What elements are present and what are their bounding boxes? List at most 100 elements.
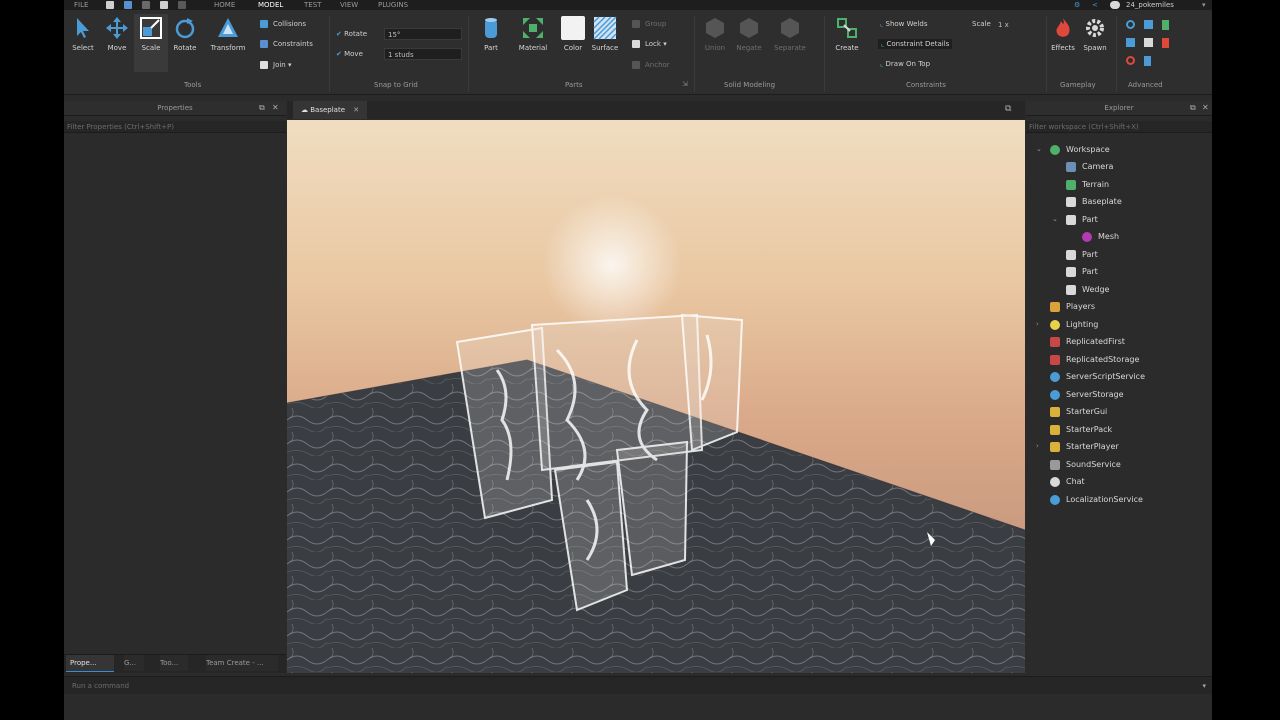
surface-button[interactable]: Surface: [588, 14, 622, 52]
close-icon[interactable]: ✕: [1202, 101, 1209, 115]
chevron-down-icon[interactable]: ▾: [1202, 0, 1206, 10]
rotate-snap-input[interactable]: 15°: [384, 28, 462, 40]
scale-input[interactable]: 1 x: [994, 18, 1038, 30]
ribbon-divider: [329, 16, 330, 92]
join-dropdown[interactable]: Join ▾: [260, 61, 291, 69]
tab-toolbox[interactable]: Too...: [160, 655, 188, 671]
caret-collapsed-icon[interactable]: ›: [1036, 438, 1039, 455]
tab-view[interactable]: VIEW: [340, 0, 358, 10]
constraint-details-toggle[interactable]: ⌞ Constraint Details: [878, 39, 953, 49]
negate-button[interactable]: Negate: [732, 14, 766, 52]
tab-game[interactable]: G...: [124, 655, 144, 671]
tree-item-wedge[interactable]: Wedge: [1066, 281, 1109, 298]
username[interactable]: 24_pokemiles: [1126, 0, 1174, 10]
tree-item-replicated-storage[interactable]: ReplicatedStorage: [1050, 351, 1139, 368]
advanced-group-label: Advanced: [1128, 81, 1163, 89]
share-icon[interactable]: <: [1092, 0, 1098, 10]
effects-button[interactable]: Effects: [1046, 14, 1080, 52]
tab-baseplate[interactable]: ☁ Baseplate ✕: [293, 101, 368, 119]
tab-plugins[interactable]: PLUGINS: [378, 0, 408, 10]
constraints-toggle[interactable]: Constraints: [260, 40, 313, 48]
tree-item-terrain[interactable]: Terrain: [1066, 176, 1109, 193]
group-button[interactable]: Group: [632, 20, 666, 28]
spawn-button[interactable]: Spawn: [1078, 14, 1112, 52]
new-file-icon[interactable]: [106, 1, 114, 9]
tree-item-part[interactable]: Part: [1066, 246, 1098, 263]
move-snap-checkbox[interactable]: ✔ Move: [336, 50, 363, 58]
lock-button[interactable]: Lock ▾: [632, 40, 667, 48]
tree-item-players[interactable]: Players: [1050, 298, 1095, 315]
command-input[interactable]: Run a command: [72, 682, 129, 690]
transform-button[interactable]: Transform: [208, 14, 248, 52]
collisions-toggle[interactable]: Collisions: [260, 20, 306, 28]
parts-expand-icon[interactable]: ⇲: [682, 80, 688, 88]
advanced-icons: [1124, 20, 1170, 72]
tree-item-starter-gui[interactable]: StarterGui: [1050, 403, 1107, 420]
advanced-local-icon[interactable]: [1144, 56, 1151, 66]
undock-icon[interactable]: ⧉: [259, 101, 265, 115]
tree-item-starter-player[interactable]: › StarterPlayer: [1036, 438, 1119, 455]
tree-item-server-storage[interactable]: ServerStorage: [1050, 386, 1124, 403]
solid-modeling-group-label: Solid Modeling: [724, 81, 776, 89]
tree-item-workspace[interactable]: ⌄ Workspace: [1036, 141, 1110, 158]
select-button[interactable]: Select: [66, 14, 100, 52]
copy-icon[interactable]: [178, 1, 186, 9]
tree-item-starter-pack[interactable]: StarterPack: [1050, 421, 1112, 438]
tree-item-localization-service[interactable]: LocalizationService: [1050, 491, 1143, 508]
create-constraint-button[interactable]: Create: [830, 14, 864, 52]
part-button[interactable]: Part: [474, 14, 508, 52]
tree-item-sound-service[interactable]: SoundService: [1050, 456, 1121, 473]
advanced-tool-icon[interactable]: [1144, 20, 1153, 29]
advanced-object-icon[interactable]: [1126, 20, 1135, 29]
separate-button[interactable]: Separate: [770, 14, 810, 52]
settings-icon[interactable]: ⚙: [1074, 0, 1080, 10]
tab-test[interactable]: TEST: [304, 0, 321, 10]
advanced-model-icon[interactable]: [1144, 38, 1153, 47]
caret-expanded-icon[interactable]: ⌄: [1052, 211, 1058, 228]
tree-item-chat[interactable]: Chat: [1050, 473, 1085, 490]
redo-icon[interactable]: [142, 1, 150, 9]
undo-icon[interactable]: [124, 1, 132, 9]
anchor-button[interactable]: Anchor: [632, 61, 670, 69]
properties-filter-input[interactable]: Filter Properties (Ctrl+Shift+P): [64, 121, 286, 133]
tree-item-part[interactable]: ⌄ Part: [1052, 211, 1098, 228]
advanced-layer-icon[interactable]: [1126, 38, 1135, 47]
scale-button[interactable]: Scale: [134, 14, 168, 72]
tree-item-part[interactable]: Part: [1066, 263, 1098, 280]
tree-item-server-script-service[interactable]: ServerScriptService: [1050, 368, 1145, 385]
draw-on-top-toggle[interactable]: ⌞ Draw On Top: [880, 60, 930, 68]
rotate-button[interactable]: Rotate: [168, 14, 202, 52]
close-tab-icon[interactable]: ✕: [353, 106, 359, 114]
tab-home[interactable]: HOME: [214, 0, 235, 10]
show-welds-toggle[interactable]: ⌞ Show Welds: [880, 20, 927, 28]
material-button[interactable]: Material: [516, 14, 550, 52]
maximize-icon[interactable]: ⧉: [1005, 104, 1011, 114]
tree-item-replicated-first[interactable]: ReplicatedFirst: [1050, 333, 1125, 350]
command-bar[interactable]: Run a command ▾: [64, 676, 1212, 695]
caret-expanded-icon[interactable]: ⌄: [1036, 141, 1042, 158]
avatar[interactable]: [1110, 1, 1120, 9]
undock-icon[interactable]: ⧉: [1190, 101, 1196, 115]
save-icon[interactable]: [160, 1, 168, 9]
tree-item-camera[interactable]: Camera: [1066, 158, 1113, 175]
tab-properties[interactable]: Prope...: [66, 655, 114, 672]
tab-team-create[interactable]: Team Create - ...: [206, 655, 278, 671]
move-button[interactable]: Move: [100, 14, 134, 52]
caret-collapsed-icon[interactable]: ›: [1036, 316, 1039, 333]
chevron-down-icon[interactable]: ▾: [1202, 677, 1206, 695]
explorer-filter-input[interactable]: Filter workspace (Ctrl+Shift+X): [1026, 121, 1212, 133]
3d-viewport[interactable]: [287, 120, 1025, 673]
color-button[interactable]: Color: [556, 14, 590, 52]
union-button[interactable]: Union: [698, 14, 732, 52]
cursor-icon: [77, 18, 89, 38]
advanced-script-icon[interactable]: [1162, 20, 1169, 30]
move-snap-input[interactable]: 1 studs: [384, 48, 462, 60]
advanced-debug-icon[interactable]: [1126, 56, 1135, 65]
close-icon[interactable]: ✕: [272, 101, 279, 115]
menu-file[interactable]: FILE: [74, 0, 88, 10]
advanced-run-icon[interactable]: [1162, 38, 1169, 48]
tree-item-mesh[interactable]: Mesh: [1082, 228, 1119, 245]
tree-item-lighting[interactable]: › Lighting: [1036, 316, 1098, 333]
tree-item-baseplate[interactable]: Baseplate: [1066, 193, 1122, 210]
rotate-snap-checkbox[interactable]: ✔ Rotate: [336, 30, 367, 38]
